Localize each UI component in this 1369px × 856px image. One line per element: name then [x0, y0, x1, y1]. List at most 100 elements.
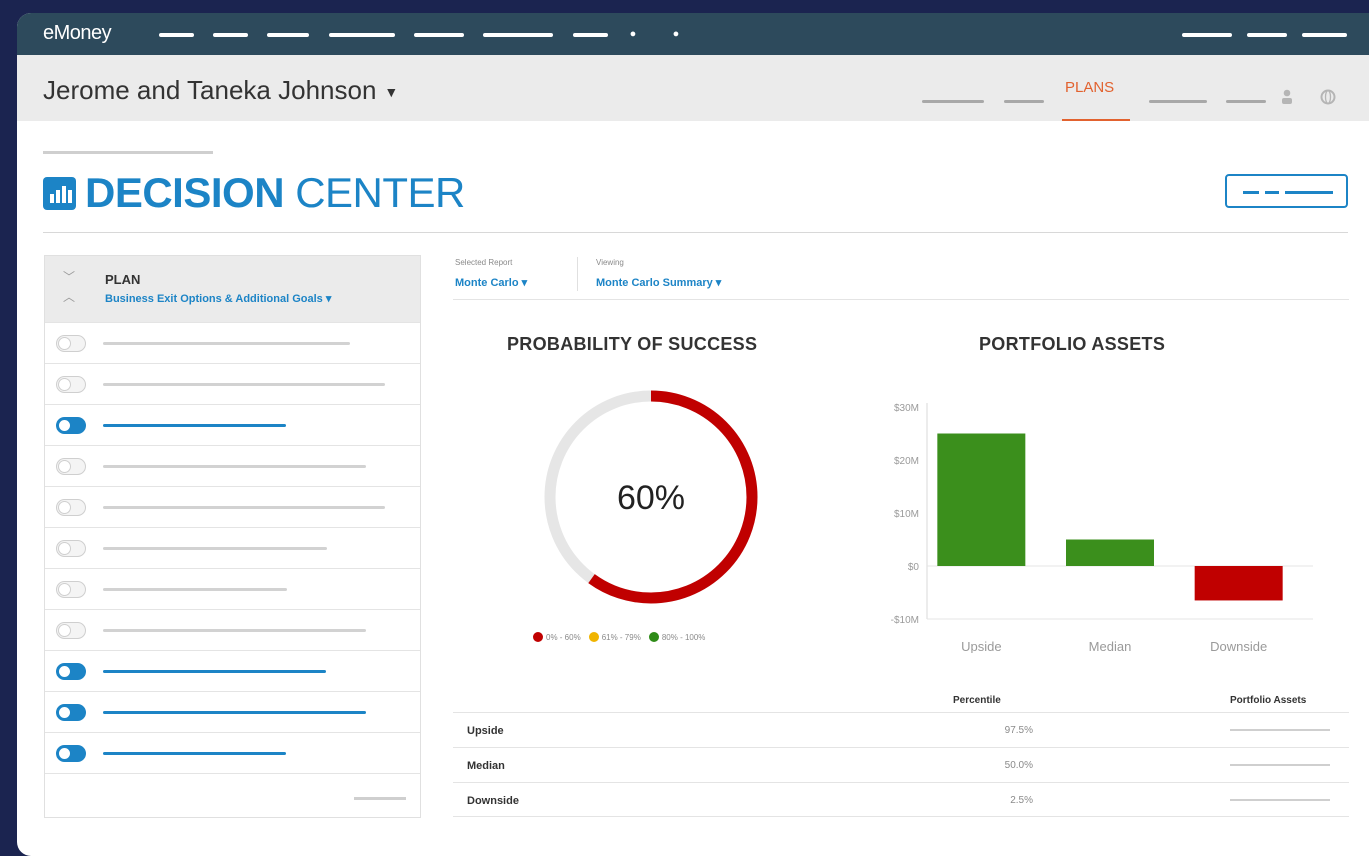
- app-window: eMoney ● ● Jerome and Taneka Johnson ▼ PL…: [17, 13, 1369, 856]
- nav-item[interactable]: [213, 33, 248, 37]
- y-tick-label: $0: [908, 562, 920, 573]
- nav-item[interactable]: [1247, 33, 1287, 37]
- plan-option-toggle[interactable]: [56, 499, 86, 516]
- chevron-up-icon[interactable]: ︿: [63, 288, 75, 305]
- globe-icon[interactable]: [1320, 89, 1336, 105]
- nav-item[interactable]: [414, 33, 464, 37]
- row-name: Upside: [467, 725, 504, 737]
- legend-item: 0% - 60%: [533, 632, 581, 642]
- nav-item[interactable]: [573, 33, 608, 37]
- user-icon[interactable]: [1280, 89, 1294, 105]
- legend-dot: [533, 632, 543, 642]
- options-button[interactable]: [1225, 174, 1348, 208]
- plan-option-toggle[interactable]: [56, 745, 86, 762]
- caret-down-icon: ▼: [384, 84, 399, 101]
- toggle-knob: [58, 624, 71, 637]
- plan-option-label: [103, 629, 366, 632]
- plan-option-toggle[interactable]: [56, 581, 86, 598]
- x-tick-label: Downside: [1210, 639, 1267, 653]
- page-title: DECISION CENTER: [85, 169, 465, 216]
- legend-dot: [588, 632, 599, 642]
- nav-item[interactable]: [483, 33, 553, 37]
- plan-option-row: [45, 609, 420, 650]
- row-name: Downside: [467, 795, 519, 807]
- toggle-knob: [58, 542, 71, 555]
- plan-option-row: [45, 322, 420, 363]
- nav-item[interactable]: [1182, 33, 1232, 37]
- plan-option-toggle[interactable]: [56, 376, 86, 393]
- divider: [45, 773, 420, 774]
- bar-median: [1066, 539, 1154, 566]
- header-nav-item[interactable]: [1149, 100, 1207, 103]
- row-assets-value: [1230, 799, 1330, 801]
- toggle-knob: [58, 706, 71, 719]
- plan-option-row: [45, 691, 420, 732]
- y-tick-label: $30M: [894, 403, 919, 414]
- plan-option-row: [45, 363, 420, 404]
- plan-option-label: [103, 424, 286, 427]
- bar-upside: [937, 433, 1026, 566]
- table-row: Upside 97.5%: [453, 712, 1349, 747]
- toggle-knob: [58, 460, 71, 473]
- nav-item[interactable]: [1302, 33, 1347, 37]
- bar-chart-icon: [43, 177, 76, 210]
- portfolio-assets-chart: -$10M $0 $10M $20M $30M Upside Median Downside: [891, 403, 1313, 653]
- viewing-dropdown[interactable]: Monte Carlo Summary ▾: [596, 276, 721, 289]
- plan-option-row: [45, 486, 420, 527]
- notification-bell-icon[interactable]: ●: [627, 28, 639, 40]
- plan-option-toggle[interactable]: [56, 458, 86, 475]
- nav-item[interactable]: [329, 33, 395, 37]
- divider: [43, 232, 1348, 233]
- help-icon[interactable]: ●: [670, 28, 682, 40]
- plan-option-label: [103, 465, 366, 468]
- row-percentile: 97.5%: [1004, 725, 1033, 736]
- chevron-down-icon[interactable]: ﹀: [63, 268, 75, 285]
- legend-label: 61% - 79%: [601, 632, 641, 642]
- y-tick-label: $20M: [894, 456, 919, 467]
- plan-option-toggle[interactable]: [56, 540, 86, 557]
- plan-option-row: [45, 527, 420, 568]
- row-assets-value: [1230, 764, 1330, 766]
- toggle-knob: [58, 501, 71, 514]
- tab-plans-underline: [1062, 119, 1130, 121]
- probability-legend: 0% - 60% 61% - 79% 80% - 100%: [533, 628, 705, 646]
- plan-option-row: [45, 445, 420, 486]
- row-percentile: 50.0%: [1004, 760, 1033, 771]
- plan-option-toggle[interactable]: [56, 417, 86, 434]
- header-nav-item[interactable]: [1004, 100, 1044, 103]
- row-name: Median: [467, 760, 505, 772]
- toggle-knob: [58, 583, 71, 596]
- tab-plans[interactable]: PLANS: [1065, 79, 1114, 96]
- divider: [577, 257, 578, 291]
- plan-selector[interactable]: Business Exit Options & Additional Goals…: [105, 292, 331, 305]
- portfolio-assets-header: Portfolio Assets: [1230, 695, 1307, 706]
- selected-report-dropdown[interactable]: Monte Carlo ▾: [455, 276, 527, 289]
- plan-option-label: [103, 670, 326, 673]
- x-tick-label: Upside: [961, 639, 1001, 653]
- plan-option-toggle[interactable]: [56, 704, 86, 721]
- plan-option-toggle[interactable]: [56, 335, 86, 352]
- plan-option-row: [45, 650, 420, 691]
- nav-item[interactable]: [159, 33, 194, 37]
- viewing-label: Viewing: [596, 258, 624, 267]
- nav-item[interactable]: [267, 33, 309, 37]
- client-name: Jerome and Taneka Johnson: [43, 75, 377, 105]
- client-selector[interactable]: Jerome and Taneka Johnson ▼: [43, 75, 398, 106]
- plan-option-toggle[interactable]: [56, 622, 86, 639]
- bar-downside: [1194, 566, 1283, 601]
- plan-option-row: [45, 732, 420, 773]
- plan-option-label: [103, 547, 327, 550]
- plan-option-toggle[interactable]: [56, 663, 86, 680]
- row-assets-value: [1230, 729, 1330, 731]
- y-tick-label: $10M: [894, 509, 919, 520]
- breadcrumb[interactable]: [43, 151, 213, 154]
- toggle-knob: [58, 337, 71, 350]
- probability-donut: 60%: [544, 390, 758, 604]
- panel-footer-link[interactable]: [354, 797, 406, 800]
- report-selector-bar: Selected Report Monte Carlo ▾ Viewing Mo…: [453, 255, 1349, 300]
- header-nav-item[interactable]: [922, 100, 984, 103]
- plan-panel: ﹀ ︿ PLAN Business Exit Options & Additio…: [44, 255, 421, 818]
- header-nav-item[interactable]: [1226, 100, 1266, 103]
- plan-panel-header: ﹀ ︿ PLAN Business Exit Options & Additio…: [45, 256, 420, 322]
- top-bar: eMoney ● ●: [17, 13, 1369, 55]
